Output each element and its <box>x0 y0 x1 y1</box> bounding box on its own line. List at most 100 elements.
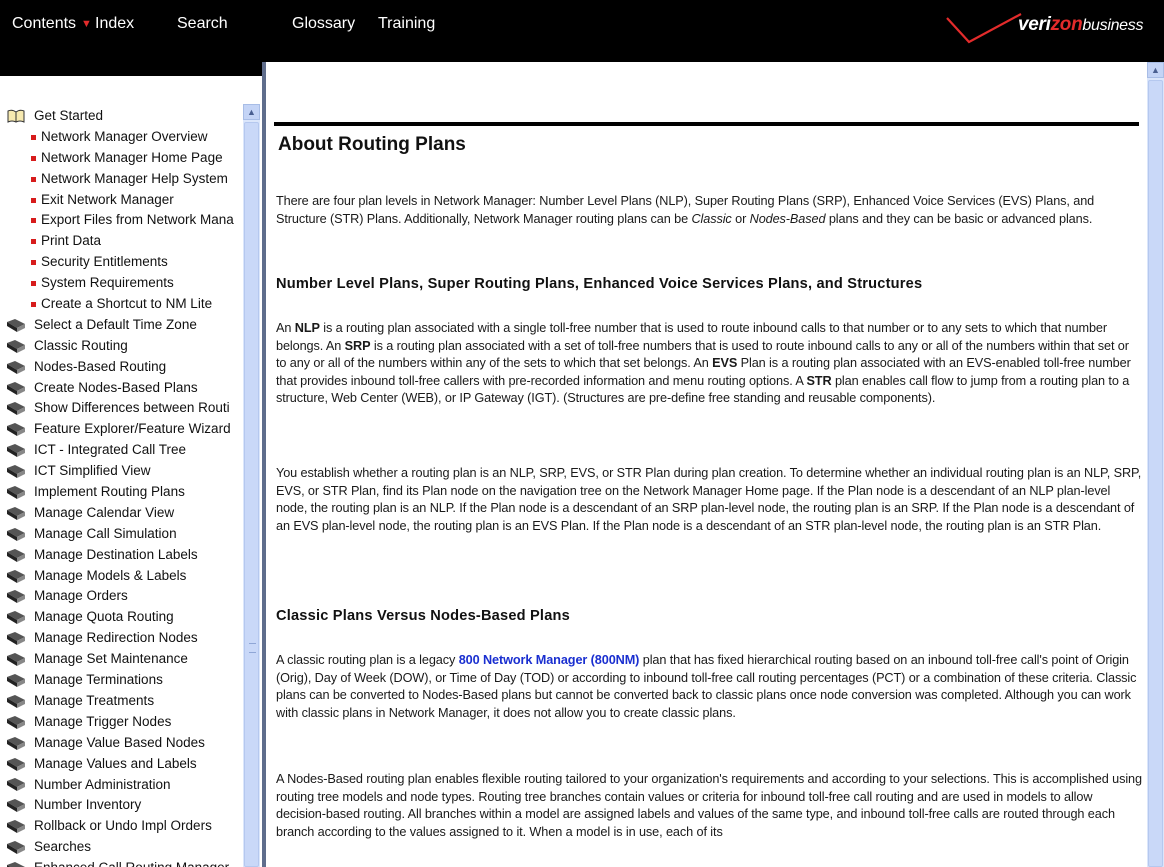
sidebar-item-label: Get Started <box>34 108 104 123</box>
sidebar-item-label: Manage Models & Labels <box>34 567 187 583</box>
sidebar-item[interactable]: Manage Destination Labels <box>6 545 242 566</box>
book-icon <box>7 820 25 834</box>
sidebar-item-label: Manage Call Simulation <box>34 525 177 541</box>
content-pane: About Routing Plans There are four plan … <box>266 62 1147 867</box>
book-icon <box>7 506 25 520</box>
sidebar-item-label: Number Administration <box>34 776 171 792</box>
nav-glossary[interactable]: Glossary <box>292 15 355 33</box>
sidebar-item[interactable]: Manage Orders <box>6 586 242 607</box>
nav-search[interactable]: Search <box>177 15 228 33</box>
sidebar-item[interactable]: Manage Value Based Nodes <box>6 733 242 754</box>
sidebar-item[interactable]: Show Differences between Routi <box>6 398 242 419</box>
book-icon <box>7 715 25 729</box>
page-title: About Routing Plans <box>278 134 466 155</box>
sidebar-item-label: Implement Routing Plans <box>34 484 185 500</box>
book-icon <box>7 381 25 395</box>
sidebar-item-label: Network Manager Overview <box>41 128 208 144</box>
scrollbar-thumb[interactable] <box>1148 80 1163 867</box>
book-icon <box>7 590 25 604</box>
sidebar-item-label: Manage Quota Routing <box>34 609 174 625</box>
bullet-icon <box>31 301 36 307</box>
sidebar-item[interactable]: Searches <box>6 837 242 858</box>
sidebar-item[interactable]: Manage Terminations <box>6 670 242 691</box>
sidebar-item-label: System Requirements <box>41 275 174 291</box>
sidebar-scrollbar[interactable]: ▲ <box>243 104 260 867</box>
sidebar-item-label: Manage Destination Labels <box>34 546 198 562</box>
sidebar-item[interactable]: System Requirements <box>6 273 242 294</box>
book-icon <box>7 736 25 750</box>
book-icon <box>7 799 25 813</box>
sidebar-item[interactable]: Export Files from Network Mana <box>6 210 242 231</box>
sidebar-item-label: Network Manager Help System <box>41 170 228 186</box>
sidebar-item[interactable]: Manage Call Simulation <box>6 524 242 545</box>
book-icon <box>7 527 25 541</box>
sidebar-item[interactable]: Manage Models & Labels <box>6 566 242 587</box>
bullet-icon <box>31 134 36 140</box>
sidebar-item-label: Manage Set Maintenance <box>34 651 188 667</box>
sidebar-item[interactable]: Network Manager Help System <box>6 169 242 190</box>
sidebar-item-label: Manage Treatments <box>34 692 155 708</box>
nav-index[interactable]: Index <box>95 15 134 33</box>
sidebar-item[interactable]: Rollback or Undo Impl Orders <box>6 816 242 837</box>
open-book-icon <box>7 109 25 123</box>
sidebar-item[interactable]: Manage Treatments <box>6 691 242 712</box>
sidebar-item-label: ICT - Integrated Call Tree <box>34 442 187 458</box>
sidebar-item[interactable]: Feature Explorer/Feature Wizard <box>6 419 242 440</box>
book-icon <box>7 778 25 792</box>
book-icon <box>7 465 25 479</box>
sidebar-item[interactable]: Manage Redirection Nodes <box>6 628 242 649</box>
sidebar-item[interactable]: Select a Default Time Zone <box>6 315 242 336</box>
plan-levels-paragraph: An NLP is a routing plan associated with… <box>276 321 1131 406</box>
book-icon <box>7 339 25 353</box>
nav-training[interactable]: Training <box>378 15 435 33</box>
nav-contents[interactable]: Contents ▼ <box>12 15 92 33</box>
book-icon <box>7 569 25 583</box>
scroll-up-icon[interactable]: ▲ <box>1147 62 1164 78</box>
sidebar-item[interactable]: Security Entitlements <box>6 252 242 273</box>
bullet-icon <box>31 281 36 287</box>
sidebar-item[interactable]: Number Inventory <box>6 795 242 816</box>
sidebar-item-label: Manage Value Based Nodes <box>34 734 205 750</box>
sidebar-item-label: Create a Shortcut to NM Lite <box>41 296 213 312</box>
sidebar-item[interactable]: Exit Network Manager <box>6 190 242 211</box>
book-icon <box>7 653 25 667</box>
sidebar-item-label: Manage Calendar View <box>34 504 175 520</box>
sidebar-item-label: Enhanced Call Routing Manager <box>34 858 229 867</box>
classic-paragraph: A classic routing plan is a legacy 800 N… <box>276 653 1137 720</box>
sidebar-item[interactable]: Implement Routing Plans <box>6 482 242 503</box>
sidebar-item-label: Manage Orders <box>34 588 128 604</box>
sidebar-item[interactable]: Manage Values and Labels <box>6 754 242 775</box>
sidebar-item[interactable]: ICT Simplified View <box>6 461 242 482</box>
content-scrollbar[interactable]: ▲ <box>1147 62 1164 867</box>
sidebar-item[interactable]: Network Manager Overview <box>6 127 242 148</box>
bullet-icon <box>31 218 36 224</box>
section-heading-classic: Classic Plans Versus Nodes-Based Plans <box>276 608 570 624</box>
sidebar-item[interactable]: Create Nodes-Based Plans <box>6 378 242 399</box>
sidebar-item[interactable]: Manage Calendar View <box>6 503 242 524</box>
title-rule <box>274 122 1139 126</box>
scroll-up-icon[interactable]: ▲ <box>243 104 260 120</box>
sidebar-item-label: Nodes-Based Routing <box>34 358 167 374</box>
sidebar-item[interactable]: Network Manager Home Page <box>6 148 242 169</box>
sidebar-item-label: Show Differences between Routi <box>34 400 230 416</box>
sidebar-item-label: Rollback or Undo Impl Orders <box>34 818 212 834</box>
sidebar-item[interactable]: Classic Routing <box>6 336 242 357</box>
verizon-business-logo: verizonbusiness <box>1018 14 1144 35</box>
bullet-icon <box>31 239 36 245</box>
sidebar-item[interactable]: Manage Set Maintenance <box>6 649 242 670</box>
sidebar-item[interactable]: Manage Trigger Nodes <box>6 712 242 733</box>
sidebar-item[interactable]: Enhanced Call Routing Manager <box>6 858 242 867</box>
sidebar-item[interactable]: Get Started <box>6 106 242 127</box>
sidebar-item[interactable]: Number Administration <box>6 775 242 796</box>
sidebar-item[interactable]: Nodes-Based Routing <box>6 357 242 378</box>
scrollbar-thumb[interactable] <box>244 122 259 867</box>
sidebar-item[interactable]: Create a Shortcut to NM Lite <box>6 294 242 315</box>
bullet-icon <box>31 260 36 266</box>
grip-icon <box>249 643 256 653</box>
verizon-check-icon <box>946 13 1022 44</box>
sidebar-item-label: Searches <box>34 839 92 855</box>
sidebar-item[interactable]: Manage Quota Routing <box>6 607 242 628</box>
sidebar-item[interactable]: ICT - Integrated Call Tree <box>6 440 242 461</box>
800nm-link[interactable]: 800 Network Manager (800NM) <box>459 653 640 667</box>
sidebar-item[interactable]: Print Data <box>6 231 242 252</box>
